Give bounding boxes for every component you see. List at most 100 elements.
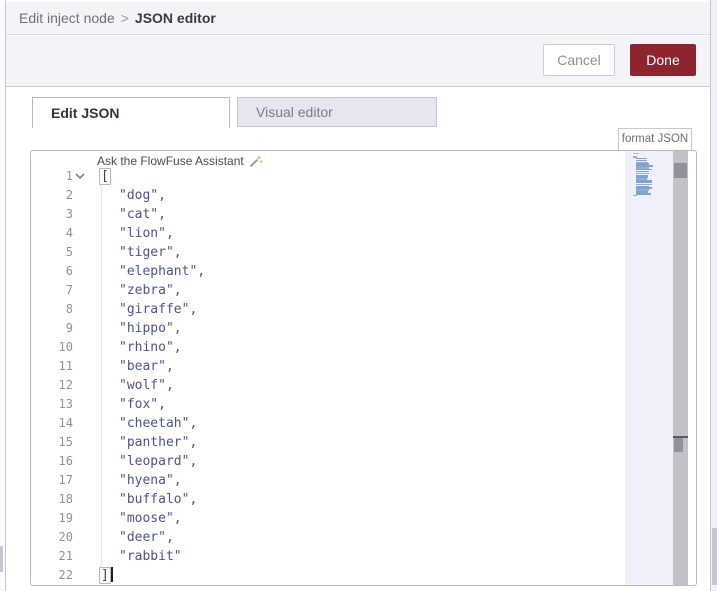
json-string-token: "giraffe": [119, 302, 190, 317]
json-editor-dialog: Edit inject node > JSON editor Cancel Do…: [0, 0, 717, 591]
line-number: 6: [65, 264, 73, 278]
line-number: 5: [65, 245, 73, 259]
json-string-token: "panther": [119, 435, 190, 450]
comma-token: ,: [189, 416, 198, 431]
json-string-token: "moose": [119, 511, 174, 526]
json-string-token: "hyena": [119, 473, 174, 488]
breadcrumb-separator: >: [120, 10, 129, 26]
code-line[interactable]: 19 "moose",: [31, 509, 625, 528]
page-right-gutter: [710, 0, 717, 591]
line-number: 22: [58, 568, 73, 582]
editor-scrollbar[interactable]: [673, 151, 688, 585]
tab-visual-editor[interactable]: Visual editor: [237, 97, 437, 127]
code-line[interactable]: 5 "tiger",: [31, 243, 625, 262]
comma-token: ,: [165, 359, 174, 374]
breadcrumb-link-parent[interactable]: Edit inject node: [19, 10, 115, 26]
assistant-hint-label: Ask the FlowFuse Assistant: [97, 154, 244, 168]
code-text: "lion",: [87, 224, 174, 243]
code-text: "rabbit": [87, 547, 182, 566]
code-line[interactable]: 9 "hippo",: [31, 319, 625, 338]
line-number: 11: [58, 359, 73, 373]
done-button[interactable]: Done: [630, 44, 696, 76]
comma-token: ,: [173, 245, 182, 260]
code-line[interactable]: 8 "giraffe",: [31, 300, 625, 319]
json-code-editor[interactable]: Ask the FlowFuse Assistant 1[2 "dog", 3 "ca…: [30, 150, 697, 586]
json-string-token: "lion": [119, 226, 166, 241]
code-line[interactable]: 1[: [31, 167, 625, 186]
code-text: [: [87, 167, 111, 186]
page-left-gutter: [0, 0, 6, 591]
scrollbar-marker-handle[interactable]: [674, 438, 683, 452]
code-line[interactable]: 13 "fox",: [31, 395, 625, 414]
fold-cell: [73, 224, 87, 243]
code-line[interactable]: 3 "cat",: [31, 205, 625, 224]
code-text: "hippo",: [87, 319, 182, 338]
json-string-token: "cheetah": [119, 416, 190, 431]
code-line[interactable]: 21 "rabbit": [31, 547, 625, 566]
code-line[interactable]: 20 "deer",: [31, 528, 625, 547]
json-string-token: "tiger": [119, 245, 174, 260]
code-line[interactable]: 17 "hyena",: [31, 471, 625, 490]
code-line[interactable]: 14 "cheetah",: [31, 414, 625, 433]
json-string-token: "buffalo": [119, 492, 190, 507]
right-scrollbar-thumb[interactable]: [712, 528, 717, 585]
line-number: 16: [58, 454, 73, 468]
code-line[interactable]: 10 "rhino",: [31, 338, 625, 357]
line-number: 7: [65, 283, 73, 297]
fold-cell: [73, 376, 87, 395]
fold-cell: [73, 433, 87, 452]
json-string-token: "hippo": [119, 321, 174, 336]
code-line[interactable]: 2 "dog",: [31, 186, 625, 205]
code-line[interactable]: 12 "wolf",: [31, 376, 625, 395]
line-number: 15: [58, 435, 73, 449]
comma-token: ,: [189, 492, 198, 507]
code-text: "buffalo",: [87, 490, 197, 509]
fold-cell: [73, 300, 87, 319]
left-scrollbar-thumb[interactable]: [0, 546, 3, 572]
cancel-button[interactable]: Cancel: [543, 44, 615, 76]
code-line[interactable]: 15 "panther",: [31, 433, 625, 452]
json-string-token: "zebra": [119, 283, 174, 298]
code-line[interactable]: 11 "bear",: [31, 357, 625, 376]
code-line[interactable]: 7 "zebra",: [31, 281, 625, 300]
fold-cell: [73, 357, 87, 376]
comma-token: ,: [165, 378, 174, 393]
json-string-token: "cat": [119, 207, 159, 222]
format-json-button[interactable]: format JSON: [618, 128, 692, 151]
fold-cell: [73, 281, 87, 300]
code-text: "tiger",: [87, 243, 182, 262]
code-line[interactable]: 4 "lion",: [31, 224, 625, 243]
tab-edit-json[interactable]: Edit JSON: [32, 97, 230, 128]
line-number: 18: [58, 492, 73, 506]
fold-toggle[interactable]: [73, 167, 87, 186]
comma-token: ,: [158, 397, 166, 412]
comma-token: ,: [173, 321, 182, 336]
fold-cell: [73, 509, 87, 528]
line-number: 2: [65, 188, 73, 202]
json-string-token: "elephant": [119, 264, 198, 279]
code-line[interactable]: 16 "leopard",: [31, 452, 625, 471]
code-line[interactable]: 18 "buffalo",: [31, 490, 625, 509]
comma-token: ,: [197, 264, 206, 279]
line-number: 21: [58, 549, 73, 563]
code-line[interactable]: 22]: [31, 566, 625, 585]
minimap[interactable]: [625, 151, 673, 585]
code-line[interactable]: 6 "elephant",: [31, 262, 625, 281]
breadcrumb: Edit inject node > JSON editor: [6, 2, 710, 35]
fold-cell: [73, 471, 87, 490]
code-text: "bear",: [87, 357, 174, 376]
minimap-hint-mark: [633, 153, 639, 154]
dialog-button-row: Cancel Done: [6, 36, 710, 87]
editor-scrollbar-thumb[interactable]: [674, 163, 687, 178]
json-string-token: "deer": [119, 530, 166, 545]
fold-cell: [73, 414, 87, 433]
minimap-line-mark: [636, 193, 651, 195]
line-number: 1: [65, 169, 73, 183]
code-text: "elephant",: [87, 262, 205, 281]
comma-token: ,: [189, 302, 198, 317]
assistant-hint[interactable]: Ask the FlowFuse Assistant: [97, 154, 263, 168]
line-number: 12: [58, 378, 73, 392]
fold-cell: [73, 186, 87, 205]
fold-cell: [73, 319, 87, 338]
comma-token: ,: [158, 207, 166, 222]
